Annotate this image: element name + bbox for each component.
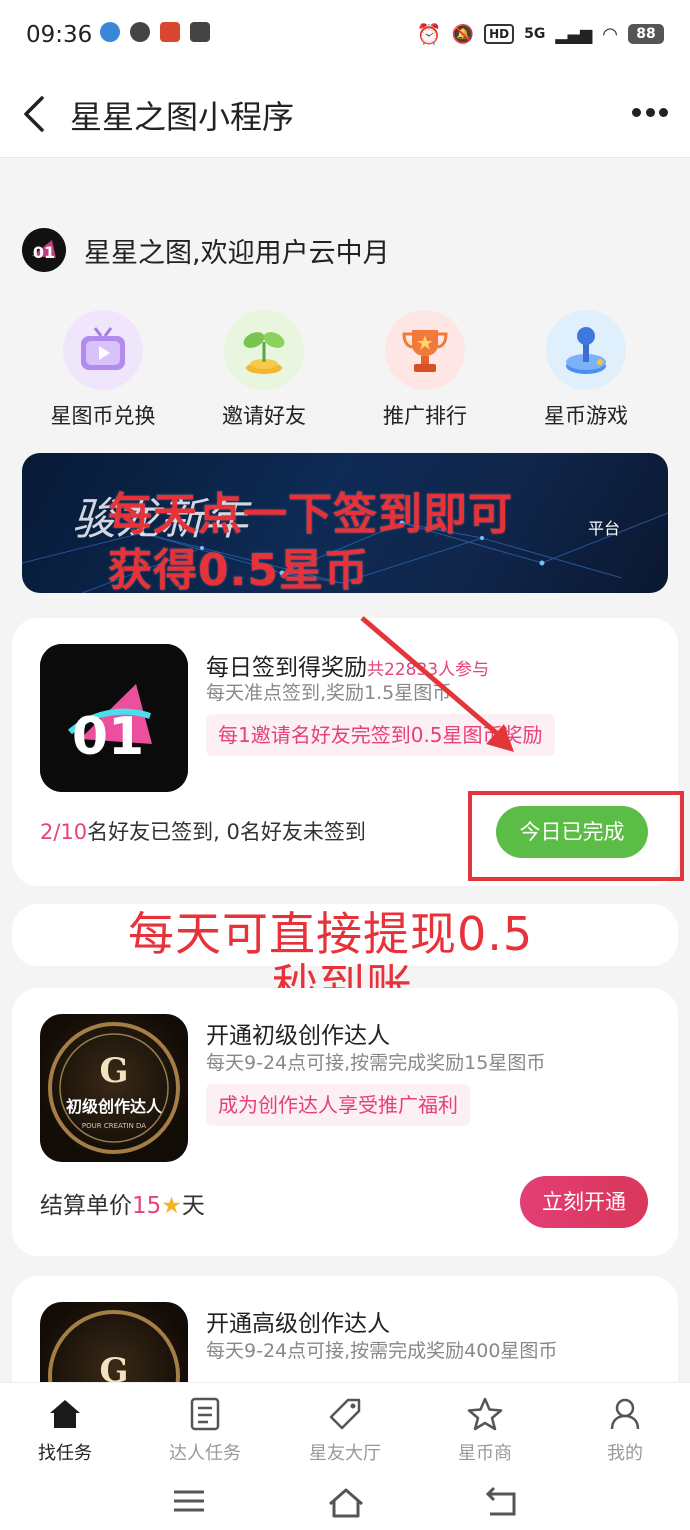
back-arrow-icon[interactable] xyxy=(20,94,50,134)
tab-find-task[interactable]: 找任务 xyxy=(15,1395,115,1465)
network-label: 5G xyxy=(524,26,546,42)
battery-icon: 88 xyxy=(628,24,664,44)
status-time: 09:36 xyxy=(26,22,93,48)
quick-action-ranking[interactable]: 推广排行 xyxy=(355,310,495,430)
menu-icon[interactable] xyxy=(172,1486,212,1522)
task-list-icon xyxy=(155,1395,255,1433)
annotation-top-line1: 每天点一下签到即可 xyxy=(108,489,513,540)
joystick-icon xyxy=(546,310,626,390)
quick-action-invite[interactable]: 邀请好友 xyxy=(194,310,334,430)
card-desc: 每天9-24点可接,按需完成奖励400星图币 xyxy=(206,1340,558,1362)
card-title: 每日签到得奖励共22833人参与 xyxy=(206,655,490,681)
thumb-subtitle: POUR CREATIN DA xyxy=(82,1122,146,1130)
hd-icon: HD xyxy=(484,24,515,44)
card-tag: 每1邀请名好友完签到0.5星图币奖励 xyxy=(206,714,555,756)
back-nav-icon[interactable] xyxy=(484,1486,524,1522)
task-card-junior-creator: G 初级创作达人 POUR CREATIN DA 开通初级创作达人 每天9-24… xyxy=(12,988,678,1256)
annotation-top-line2: 获得0.5星币 xyxy=(108,545,369,596)
home-nav-icon[interactable] xyxy=(326,1486,366,1522)
mute-icon: 🔕 xyxy=(451,23,475,45)
card-title: 开通高级创作达人 xyxy=(206,1311,390,1337)
quick-action-label: 邀请好友 xyxy=(222,404,306,428)
tab-label: 星友大厅 xyxy=(309,1443,381,1464)
star-icon xyxy=(435,1395,535,1433)
open-now-button[interactable]: 立刻开通 xyxy=(520,1176,648,1228)
signin-progress: 2/10名好友已签到, 0名好友未签到 xyxy=(40,820,366,844)
app-notification-icon xyxy=(160,22,180,42)
thumb-text: 01 xyxy=(72,707,144,767)
tab-label: 达人任务 xyxy=(169,1443,241,1464)
tab-label: 找任务 xyxy=(38,1443,92,1464)
alarm-icon: ⏰ xyxy=(416,22,442,46)
tv-play-icon xyxy=(63,310,143,390)
tab-expert-task[interactable]: 达人任务 xyxy=(155,1395,255,1465)
quick-action-label: 推广排行 xyxy=(383,404,467,428)
quick-action-label: 星图币兑换 xyxy=(50,404,156,428)
svg-text:G: G xyxy=(99,1051,128,1091)
tab-label: 星币商 xyxy=(458,1443,512,1464)
thumb-title: 初级创作达人 xyxy=(66,1097,163,1116)
chat-icon xyxy=(130,22,150,42)
tab-mine[interactable]: 我的 xyxy=(575,1395,675,1465)
signal-icon: ▂▄▆ xyxy=(555,24,593,44)
banner-small-text: 平台 xyxy=(587,519,620,538)
app-logo-text: 01 xyxy=(33,243,55,262)
tag-icon xyxy=(295,1395,395,1433)
status-bar: 09:36 ⏰ 🔕 HD 5G ▂▄▆ ◠ 88 xyxy=(0,0,690,72)
card-title: 开通初级创作达人 xyxy=(206,1023,390,1049)
card-desc: 每天9-24点可接,按需完成奖励15星图币 xyxy=(206,1052,546,1074)
welcome-row: 01 星星之图,欢迎用户云中月 xyxy=(22,228,390,272)
tab-star-hall[interactable]: 星友大厅 xyxy=(295,1395,395,1465)
card-desc: 每天准点签到,奖励1.5星图币 xyxy=(206,682,452,704)
more-dots-icon[interactable] xyxy=(632,102,668,122)
quick-action-label: 星币游戏 xyxy=(544,404,628,428)
app-logo: 01 xyxy=(22,228,66,272)
tab-coin-shop[interactable]: 星币商 xyxy=(435,1395,535,1465)
qq-icon xyxy=(100,22,120,42)
quick-actions: 星图币兑换 邀请好友 推广排行 星币游戏 xyxy=(0,310,690,430)
wifi-icon: ◠ xyxy=(602,23,618,45)
nav-bar: 星星之图小程序 xyxy=(0,72,690,158)
user-icon xyxy=(575,1395,675,1433)
participant-count: 共22833人参与 xyxy=(367,660,490,680)
annotation-highlight-box xyxy=(468,791,684,881)
bottom-tab-bar: 找任务 达人任务 星友大厅 星币商 我的 xyxy=(0,1382,690,1478)
card-thumbnail: 01 xyxy=(40,644,188,792)
star-icon: ★ xyxy=(161,1193,182,1219)
quick-action-exchange[interactable]: 星图币兑换 xyxy=(33,310,173,430)
tab-label: 我的 xyxy=(607,1443,643,1464)
trophy-icon xyxy=(385,310,465,390)
square-notification-icon xyxy=(190,22,210,42)
quick-action-game[interactable]: 星币游戏 xyxy=(516,310,656,430)
card-tag: 成为创作达人享受推广福利 xyxy=(206,1084,470,1126)
home-icon xyxy=(15,1395,115,1433)
card-thumbnail: G 初级创作达人 POUR CREATIN DA xyxy=(40,1014,188,1162)
system-nav-bar xyxy=(0,1478,690,1530)
page-title: 星星之图小程序 xyxy=(70,98,295,136)
sprout-coins-icon xyxy=(224,310,304,390)
settle-price: 结算单价15★天 xyxy=(40,1193,205,1219)
welcome-text: 星星之图,欢迎用户云中月 xyxy=(84,237,390,269)
